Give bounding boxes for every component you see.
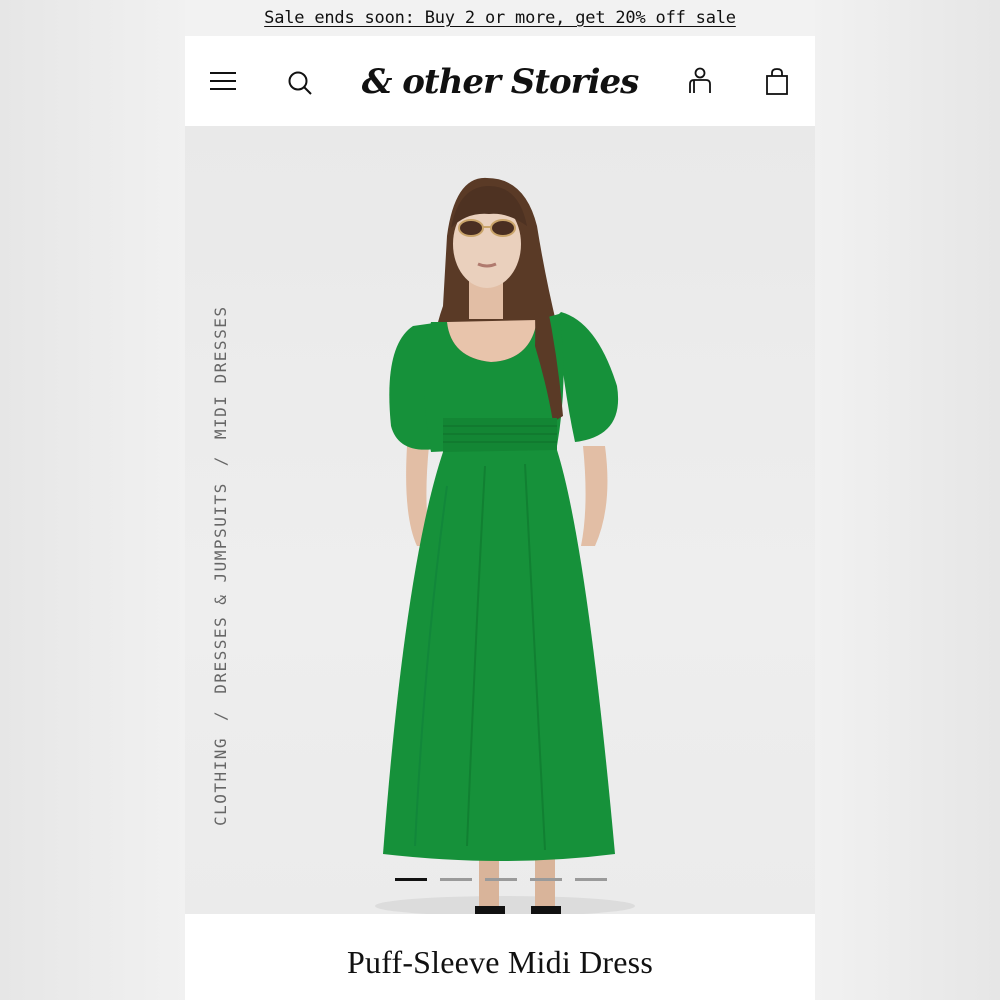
background-left xyxy=(0,0,185,1000)
product-title: Puff-Sleeve Midi Dress xyxy=(347,944,653,980)
account-icon xyxy=(689,67,711,93)
account-button[interactable] xyxy=(683,65,717,99)
search-icon xyxy=(288,71,312,95)
gallery-dot-4[interactable] xyxy=(530,878,562,881)
search-button[interactable] xyxy=(283,65,317,99)
breadcrumb-item-clothing[interactable]: CLOTHING xyxy=(211,737,230,826)
mobile-page: Sale ends soon: Buy 2 or more, get 20% o… xyxy=(185,0,815,1000)
breadcrumb: CLOTHING / DRESSES & JUMPSUITS / MIDI DR… xyxy=(208,206,232,826)
promo-link[interactable]: Sale ends soon: Buy 2 or more, get 20% o… xyxy=(264,8,736,28)
background-right xyxy=(815,0,1000,1000)
gallery-dot-2[interactable] xyxy=(440,878,472,881)
breadcrumb-separator: / xyxy=(210,709,230,721)
gallery-dot-5[interactable] xyxy=(575,878,607,881)
site-header: & other Stories xyxy=(185,36,815,126)
gallery-dot-1[interactable] xyxy=(395,878,427,881)
breadcrumb-item-midi-dresses[interactable]: MIDI DRESSES xyxy=(211,306,230,440)
gallery-pagination xyxy=(395,878,607,881)
promo-banner: Sale ends soon: Buy 2 or more, get 20% o… xyxy=(185,0,815,36)
product-image-gallery[interactable]: CLOTHING / DRESSES & JUMPSUITS / MIDI DR… xyxy=(185,126,815,914)
gallery-dot-3[interactable] xyxy=(485,878,517,881)
product-photo xyxy=(375,177,635,914)
breadcrumb-separator: / xyxy=(210,455,230,467)
breadcrumb-item-dresses-jumpsuits[interactable]: DRESSES & JUMPSUITS xyxy=(211,482,230,694)
bag-button[interactable] xyxy=(760,65,794,99)
menu-icon xyxy=(210,72,236,90)
bag-icon xyxy=(766,68,788,95)
product-info: Puff-Sleeve Midi Dress xyxy=(185,914,815,1000)
brand-logo[interactable]: & other Stories xyxy=(362,54,640,110)
menu-button[interactable] xyxy=(207,65,241,99)
